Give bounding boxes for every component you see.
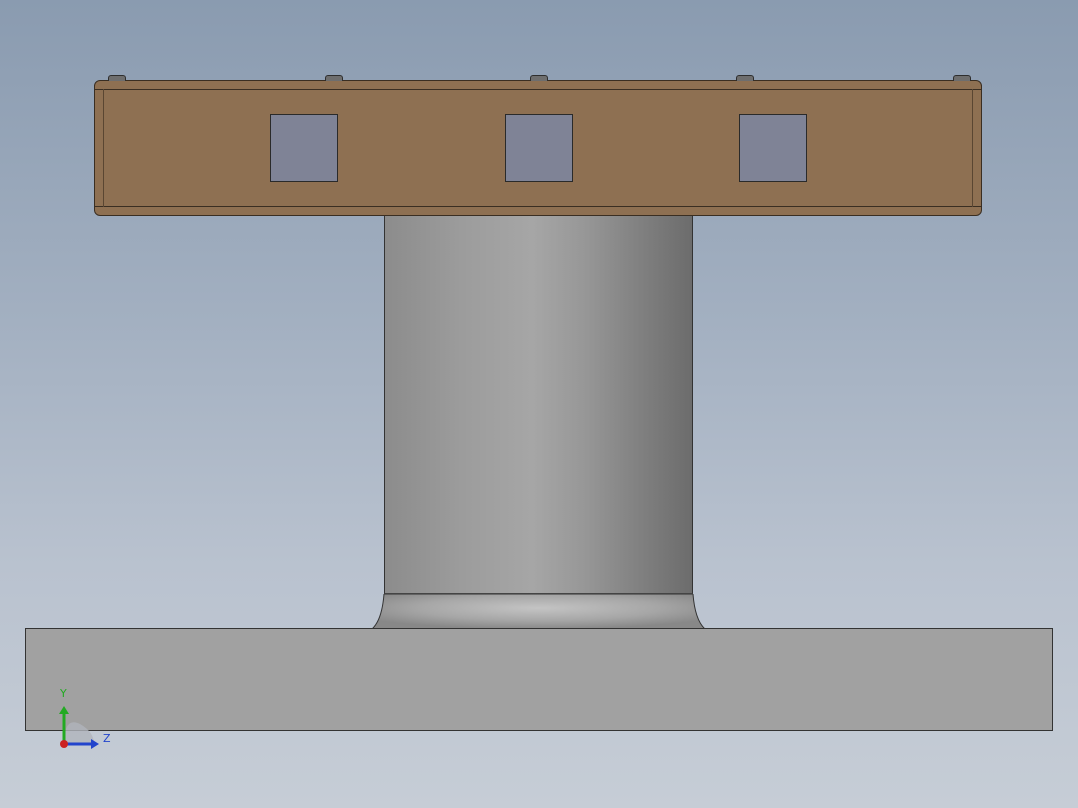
square-hole[interactable] xyxy=(739,114,807,182)
square-hole[interactable] xyxy=(270,114,338,182)
axis-triad: Y Z xyxy=(50,686,120,752)
top-beam[interactable] xyxy=(94,80,982,216)
beam-edge-line xyxy=(972,89,973,207)
bolt-head[interactable] xyxy=(530,75,548,81)
bolt-head[interactable] xyxy=(736,75,754,81)
beam-edge-line xyxy=(103,89,104,207)
bolt-head[interactable] xyxy=(953,75,971,81)
square-hole[interactable] xyxy=(505,114,573,182)
y-axis-label: Y xyxy=(60,687,67,700)
cylinder-column[interactable] xyxy=(384,216,693,594)
bolt-head[interactable] xyxy=(325,75,343,81)
base-plate[interactable] xyxy=(25,628,1053,731)
bolt-head[interactable] xyxy=(108,75,126,81)
beam-edge-line xyxy=(95,206,981,207)
beam-edge-line xyxy=(95,89,981,90)
graphics-viewport[interactable]: Y Z xyxy=(0,0,1078,808)
column-fillet[interactable] xyxy=(372,594,705,629)
z-axis-label: Z xyxy=(103,732,111,745)
